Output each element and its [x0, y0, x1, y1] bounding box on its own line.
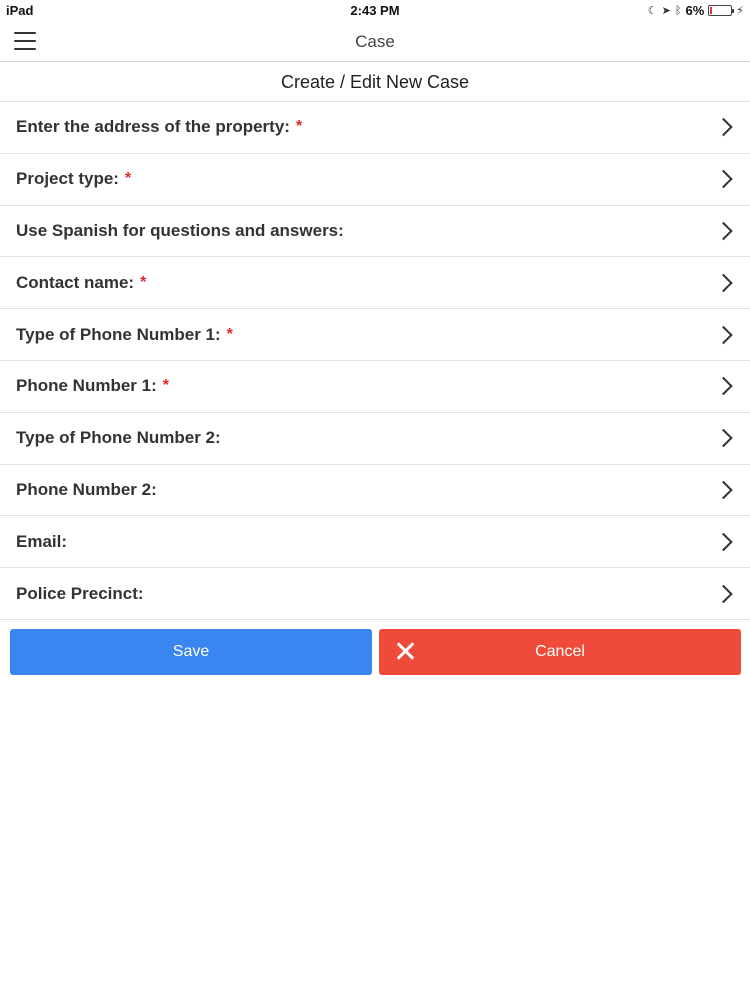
chevron-right-icon — [714, 169, 733, 189]
chevron-right-icon — [714, 118, 733, 137]
close-icon — [395, 641, 415, 661]
chevron-right-icon — [714, 377, 733, 396]
location-arrow-icon: ➤ — [661, 5, 671, 17]
form-title: Create / Edit New Case — [0, 63, 750, 102]
field-label: Enter the address of the property: — [16, 117, 290, 137]
field-row[interactable]: Contact name: * — [0, 257, 750, 310]
clock: 2:43 PM — [350, 3, 400, 18]
field-label: Email: — [16, 531, 68, 551]
battery-icon — [708, 5, 735, 16]
field-label: Type of Phone Number 1: — [16, 324, 221, 344]
field-label: Project type: — [16, 169, 119, 189]
required-marker: * — [140, 273, 147, 291]
status-bar: iPad 2:43 PM ☾ ➤ ᛒ 6% ⚡ — [0, 0, 750, 22]
chevron-right-icon — [714, 480, 733, 500]
required-marker: * — [295, 118, 303, 136]
cancel-button-label: Cancel — [535, 643, 585, 660]
nav-title: Case — [355, 32, 395, 51]
chevron-right-icon — [714, 325, 733, 344]
required-marker: * — [226, 325, 233, 343]
action-buttons: Save Cancel — [10, 629, 741, 675]
field-row[interactable]: Type of Phone Number 1: * — [0, 309, 750, 361]
required-marker: * — [124, 170, 132, 188]
moon-icon: ☾ — [647, 5, 658, 17]
field-row[interactable]: Use Spanish for questions and answers: — [0, 206, 750, 258]
required-marker: * — [162, 377, 169, 395]
field-row[interactable]: Phone Number 2: — [0, 465, 750, 517]
field-row[interactable]: Phone Number 1: * — [0, 361, 750, 413]
field-label: Contact name: — [16, 272, 135, 292]
status-indicators: ☾ ➤ ᛒ 6% ⚡ — [648, 3, 744, 18]
field-row[interactable]: Email: — [0, 516, 750, 569]
field-row[interactable]: Project type: * — [0, 154, 750, 206]
chevron-right-icon — [714, 584, 733, 603]
field-label: Use Spanish for questions and answers: — [16, 220, 344, 240]
field-list: Enter the address of the property: * Proje… — [0, 102, 750, 620]
chevron-right-icon — [714, 221, 733, 241]
field-label: Phone Number 1: — [16, 376, 157, 396]
bluetooth-icon: ᛒ — [674, 4, 682, 17]
chevron-right-icon — [714, 532, 733, 551]
cancel-button[interactable]: Cancel — [379, 629, 741, 675]
charging-icon: ⚡ — [736, 5, 744, 17]
field-row[interactable]: Enter the address of the property: * — [0, 102, 750, 154]
field-label: Type of Phone Number 2: — [16, 428, 221, 448]
chevron-right-icon — [714, 273, 733, 292]
nav-bar: Case — [0, 22, 750, 62]
chevron-right-icon — [714, 428, 733, 448]
field-row[interactable]: Police Precinct: — [0, 568, 750, 620]
save-button[interactable]: Save — [10, 629, 372, 675]
field-label: Phone Number 2: — [16, 479, 157, 499]
field-label: Police Precinct: — [16, 583, 144, 603]
save-button-label: Save — [172, 643, 210, 660]
field-row[interactable]: Type of Phone Number 2: — [0, 413, 750, 465]
battery-percent: 6% — [685, 3, 705, 18]
